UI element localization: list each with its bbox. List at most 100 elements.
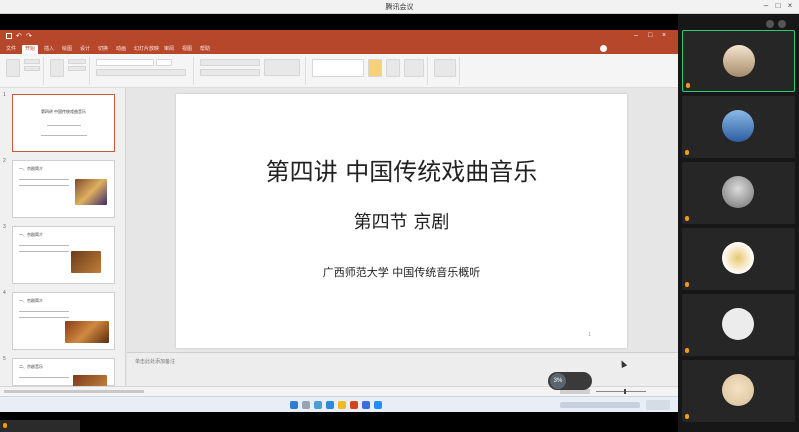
find-replace-button[interactable] [434,59,456,77]
thumb-line [47,125,81,126]
share-icon[interactable] [600,45,607,52]
participant-tile[interactable] [682,162,795,224]
slide-footer: 广西师范大学 中国传统音乐概听 [322,266,481,279]
current-slide[interactable]: 第四讲 中国传统戏曲音乐 第四节 京剧 广西师范大学 中国传统音乐概听 1 [176,94,627,348]
thumb-image [65,321,109,343]
zoom-slider[interactable] [596,391,646,392]
thumb-title: 第四讲 中国传统戏曲音乐 [40,109,87,114]
undo-icon[interactable]: ↶ [16,32,22,40]
align-buttons[interactable] [200,69,260,76]
layout-icon[interactable] [766,20,774,28]
paste-button[interactable] [6,59,20,77]
screen-share-indicator[interactable] [0,420,80,432]
font-group [92,57,194,85]
slide-thumbnail-4[interactable]: 一、京剧简介 [12,292,115,350]
slides-group [46,57,90,85]
zoom-thumb[interactable] [624,389,626,394]
system-tray[interactable] [560,402,640,408]
maximize-icon[interactable]: □ [772,1,784,10]
recording-badge[interactable]: 3% [548,372,592,390]
thumb-image [75,179,107,205]
tab-review[interactable]: 审阅 [164,45,174,52]
task-view-icon[interactable] [314,401,322,409]
meeting-title: 腾讯会议 [385,4,414,11]
slide-thumbnail-5[interactable]: 二、京剧音乐 [12,358,115,387]
participant-tile[interactable] [682,96,795,158]
more-icon[interactable] [778,20,786,28]
tab-help[interactable]: 帮助 [200,45,210,52]
thumb-number: 2 [3,158,6,164]
paragraph-group [196,57,306,85]
thumb-image [71,251,101,273]
microphone-icon [685,150,689,156]
cut-button[interactable] [24,59,40,64]
minimize-icon[interactable]: – [760,1,772,10]
windows-taskbar [0,396,678,412]
participant-tile[interactable] [682,30,795,92]
app-icon[interactable] [374,401,382,409]
tab-file[interactable]: 文件 [6,45,16,52]
ppt-minimize-icon[interactable]: – [634,32,638,39]
thumb-title: 二、京剧音乐 [19,364,43,369]
tab-slideshow[interactable]: 幻灯片放映 [134,45,159,52]
tab-animations[interactable]: 动画 [116,45,126,52]
avatar [722,176,754,208]
notes-pane[interactable]: 单击此处添加备注 [127,352,678,386]
thumb-line [19,317,69,318]
participant-tile[interactable] [682,228,795,290]
font-size-select[interactable] [156,59,172,66]
copy-button[interactable] [24,66,40,71]
layout-button[interactable] [68,59,86,64]
participant-tile[interactable] [682,294,795,356]
start-icon[interactable] [290,401,298,409]
font-name-select[interactable] [96,59,154,66]
avatar [722,308,754,340]
thumb-line [19,311,69,312]
slide-page-number: 1 [588,332,591,338]
slide-thumbnail-3[interactable]: 一、京剧简介 [12,226,115,284]
tab-transitions[interactable]: 切换 [98,45,108,52]
redo-icon[interactable]: ↷ [26,32,32,40]
slide-thumbnail-2[interactable]: 一、京剧简介 [12,160,115,218]
clock[interactable] [646,400,670,410]
file-explorer-icon[interactable] [338,401,346,409]
tab-draw[interactable]: 绘图 [62,45,72,52]
microphone-icon [685,216,689,222]
thumb-line [19,179,69,180]
tab-design[interactable]: 设计 [80,45,90,52]
microphone-icon [686,83,690,89]
quick-styles-button[interactable] [386,59,400,77]
shapes-gallery[interactable] [312,59,364,77]
thumb-number: 1 [3,92,6,98]
search-icon[interactable] [302,401,310,409]
save-icon[interactable] [6,33,12,39]
slide-thumbnail-1[interactable]: 第四讲 中国传统戏曲音乐 [12,94,115,152]
participant-name [685,348,691,354]
meeting-app-icon[interactable] [362,401,370,409]
reset-button[interactable] [68,66,86,71]
tab-insert[interactable]: 插入 [44,45,54,52]
avatar [722,374,754,406]
close-icon[interactable]: × [784,1,796,10]
recording-progress: 3% [550,373,566,389]
slide-thumbnail-pane[interactable]: 1 第四讲 中国传统戏曲音乐 2 一、京剧简介 3 一、京剧简介 4 一、京剧简… [0,88,126,387]
tab-view[interactable]: 视图 [182,45,192,52]
new-slide-button[interactable] [50,59,64,77]
edge-icon[interactable] [326,401,334,409]
arrange-button[interactable] [368,59,382,77]
thumb-line [19,245,69,246]
list-buttons[interactable] [200,59,260,66]
thumb-number: 4 [3,290,6,296]
shape-fill-button[interactable] [404,59,424,77]
text-direction-button[interactable] [264,59,300,76]
ppt-maximize-icon[interactable]: □ [648,32,652,39]
ribbon [0,54,678,88]
thumb-number: 3 [3,224,6,230]
thumb-title: 一、京剧简介 [19,298,43,303]
participant-tile[interactable] [682,360,795,422]
powerpoint-icon[interactable] [350,401,358,409]
ppt-close-icon[interactable]: × [662,32,666,39]
font-format-buttons[interactable] [96,69,186,76]
tab-home[interactable]: 开始 [22,45,39,54]
avatar [722,110,754,142]
